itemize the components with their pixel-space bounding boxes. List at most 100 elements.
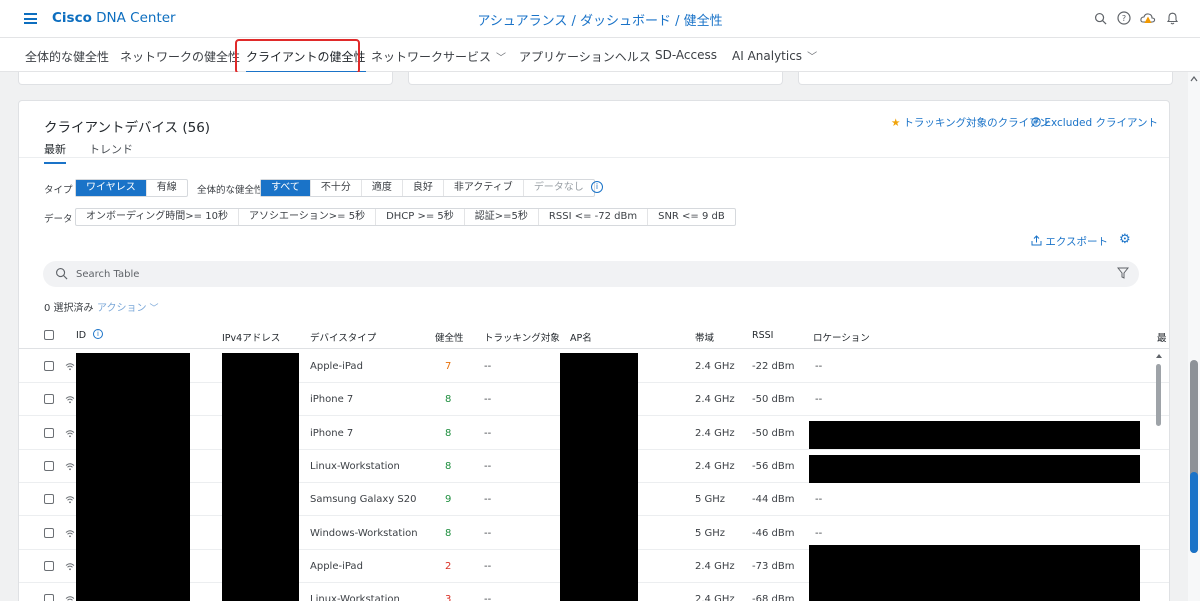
row-checkbox[interactable]: [44, 361, 54, 371]
row-checkbox[interactable]: [44, 494, 54, 505]
tab-network-services[interactable]: ネットワークサービス ﹀: [371, 48, 506, 65]
table-scrollbar-thumb[interactable]: [1156, 364, 1161, 426]
scroll-up-arrow-icon[interactable]: [1155, 352, 1163, 360]
card-title: クライアントデバイス (56): [44, 120, 211, 136]
wifi-icon: [65, 560, 75, 574]
data-option-dhcp[interactable]: DHCP >= 5秒: [376, 209, 465, 225]
cell-band: 2.4 GHz: [695, 427, 735, 439]
select-all-checkbox[interactable]: [44, 330, 54, 340]
health-option-all[interactable]: すべて: [261, 180, 311, 196]
health-option-good[interactable]: 良好: [403, 180, 444, 196]
column-header-ipv4[interactable]: IPv4アドレス: [222, 330, 280, 344]
gear-icon[interactable]: ⚙: [1119, 232, 1131, 247]
client-devices-card: クライアントデバイス (56) ★ トラッキング対象のクライアン Excluded…: [18, 100, 1170, 601]
column-header-rssi[interactable]: RSSI: [752, 330, 773, 341]
tracked-clients-link[interactable]: ★ トラッキング対象のクライアン: [891, 115, 1050, 130]
info-icon[interactable]: i: [591, 181, 603, 193]
wifi-icon: [65, 493, 75, 507]
search-icon[interactable]: [1092, 10, 1108, 26]
cell-rssi: -73 dBm: [752, 560, 795, 572]
highlight-box: [235, 39, 360, 74]
filter-icon[interactable]: [1117, 267, 1129, 279]
wifi-icon: [65, 527, 75, 541]
table-scrollbar[interactable]: [1155, 352, 1163, 601]
scroll-up-arrow-icon[interactable]: [1188, 74, 1200, 84]
page-scrollbar-thumb-active[interactable]: [1190, 472, 1198, 553]
search-input[interactable]: [76, 265, 976, 283]
row-checkbox[interactable]: [44, 427, 54, 438]
cell-tracked: --: [484, 460, 492, 472]
cell-band: 2.4 GHz: [695, 361, 735, 372]
column-header-last[interactable]: 最: [1157, 330, 1167, 344]
column-header-device-type[interactable]: デバイスタイプ: [310, 330, 376, 344]
actions-dropdown[interactable]: アクション ﹀: [97, 299, 159, 314]
data-filter: オンボーディング時間>= 10秒 アソシエーション>= 5秒 DHCP >= 5…: [75, 208, 736, 226]
cell-health-score: 8: [445, 394, 452, 406]
cell-location: --: [815, 527, 823, 539]
tab-overall-health[interactable]: 全体的な健全性: [25, 48, 109, 65]
column-header-health[interactable]: 健全性: [435, 330, 464, 344]
subtab-latest[interactable]: 最新: [44, 141, 66, 164]
excluded-clients-link[interactable]: Excluded クライアント: [1031, 115, 1158, 130]
page-scrollbar[interactable]: [1188, 72, 1200, 601]
cell-tracked: --: [484, 494, 492, 506]
export-button[interactable]: エクスポート: [1031, 234, 1108, 249]
wifi-icon: [65, 593, 75, 601]
cell-device-type: Apple-iPad: [310, 560, 363, 572]
row-checkbox[interactable]: [44, 560, 54, 571]
cell-device-type: iPhone 7: [310, 427, 354, 439]
column-header-location[interactable]: ロケーション: [813, 330, 870, 344]
wifi-icon: [65, 360, 75, 374]
cell-rssi: -50 dBm: [752, 427, 795, 439]
subtab-trend[interactable]: トレンド: [89, 141, 133, 157]
tab-application-health[interactable]: アプリケーションヘルス: [519, 48, 651, 65]
health-option-no-data[interactable]: データなし: [524, 180, 594, 196]
redacted-location: [809, 545, 1140, 601]
active-subtab-underline: [44, 162, 66, 164]
notification-bell-icon[interactable]: [1164, 10, 1180, 26]
data-option-auth[interactable]: 認証>=5秒: [465, 209, 539, 225]
health-option-poor[interactable]: 不十分: [311, 180, 362, 196]
help-icon[interactable]: ?: [1116, 10, 1132, 26]
cell-tracked: --: [484, 394, 492, 406]
star-icon: ★: [891, 117, 901, 129]
column-header-id[interactable]: ID: [76, 330, 86, 341]
data-option-rssi[interactable]: RSSI <= -72 dBm: [539, 209, 649, 225]
cell-device-type: Apple-iPad: [310, 361, 363, 372]
row-checkbox[interactable]: [44, 527, 54, 538]
cell-location: --: [815, 361, 823, 372]
cloud-alert-icon[interactable]: [1140, 10, 1156, 26]
search-bar: [43, 261, 1139, 287]
wifi-icon: [65, 427, 75, 441]
top-header: Cisco DNA Center アシュアランス / ダッシュボード / 健全性…: [0, 0, 1200, 38]
column-header-ap-name[interactable]: AP名: [570, 330, 592, 344]
type-option-wired[interactable]: 有線: [147, 180, 187, 196]
cell-rssi: -68 dBm: [752, 594, 795, 601]
column-header-band[interactable]: 帯域: [695, 330, 714, 344]
cell-band: 2.4 GHz: [695, 394, 735, 406]
cell-device-type: Windows-Workstation: [310, 527, 418, 539]
health-filter: すべて 不十分 適度 良好 非アクティブ データなし: [260, 179, 595, 197]
cell-rssi: -46 dBm: [752, 527, 795, 539]
header-icons: ?: [1092, 10, 1180, 26]
data-option-onboarding[interactable]: オンボーディング時間>= 10秒: [76, 209, 239, 225]
type-option-wireless[interactable]: ワイヤレス: [76, 180, 147, 196]
info-icon[interactable]: i: [93, 329, 103, 339]
health-option-fair[interactable]: 適度: [362, 180, 403, 196]
row-checkbox[interactable]: [44, 594, 54, 601]
tab-network-health[interactable]: ネットワークの健全性: [120, 48, 240, 65]
column-header-tracked[interactable]: トラッキング対象: [484, 330, 560, 344]
row-checkbox[interactable]: [44, 460, 54, 471]
redacted-ap-name-column: [560, 353, 638, 601]
data-option-association[interactable]: アソシエーション>= 5秒: [239, 209, 377, 225]
type-filter-label: タイプ: [44, 185, 73, 196]
row-checkbox[interactable]: [44, 394, 54, 405]
health-option-inactive[interactable]: 非アクティブ: [444, 180, 524, 196]
redacted-ipv4-column: [222, 353, 299, 601]
tab-ai-analytics[interactable]: AI Analytics ﹀: [732, 48, 817, 63]
excluded-icon: [1031, 117, 1041, 127]
search-icon: [56, 268, 68, 280]
subtab-divider: [19, 157, 1169, 158]
tab-sd-access[interactable]: SD-Access: [655, 48, 717, 62]
data-option-snr[interactable]: SNR <= 9 dB: [648, 209, 735, 225]
